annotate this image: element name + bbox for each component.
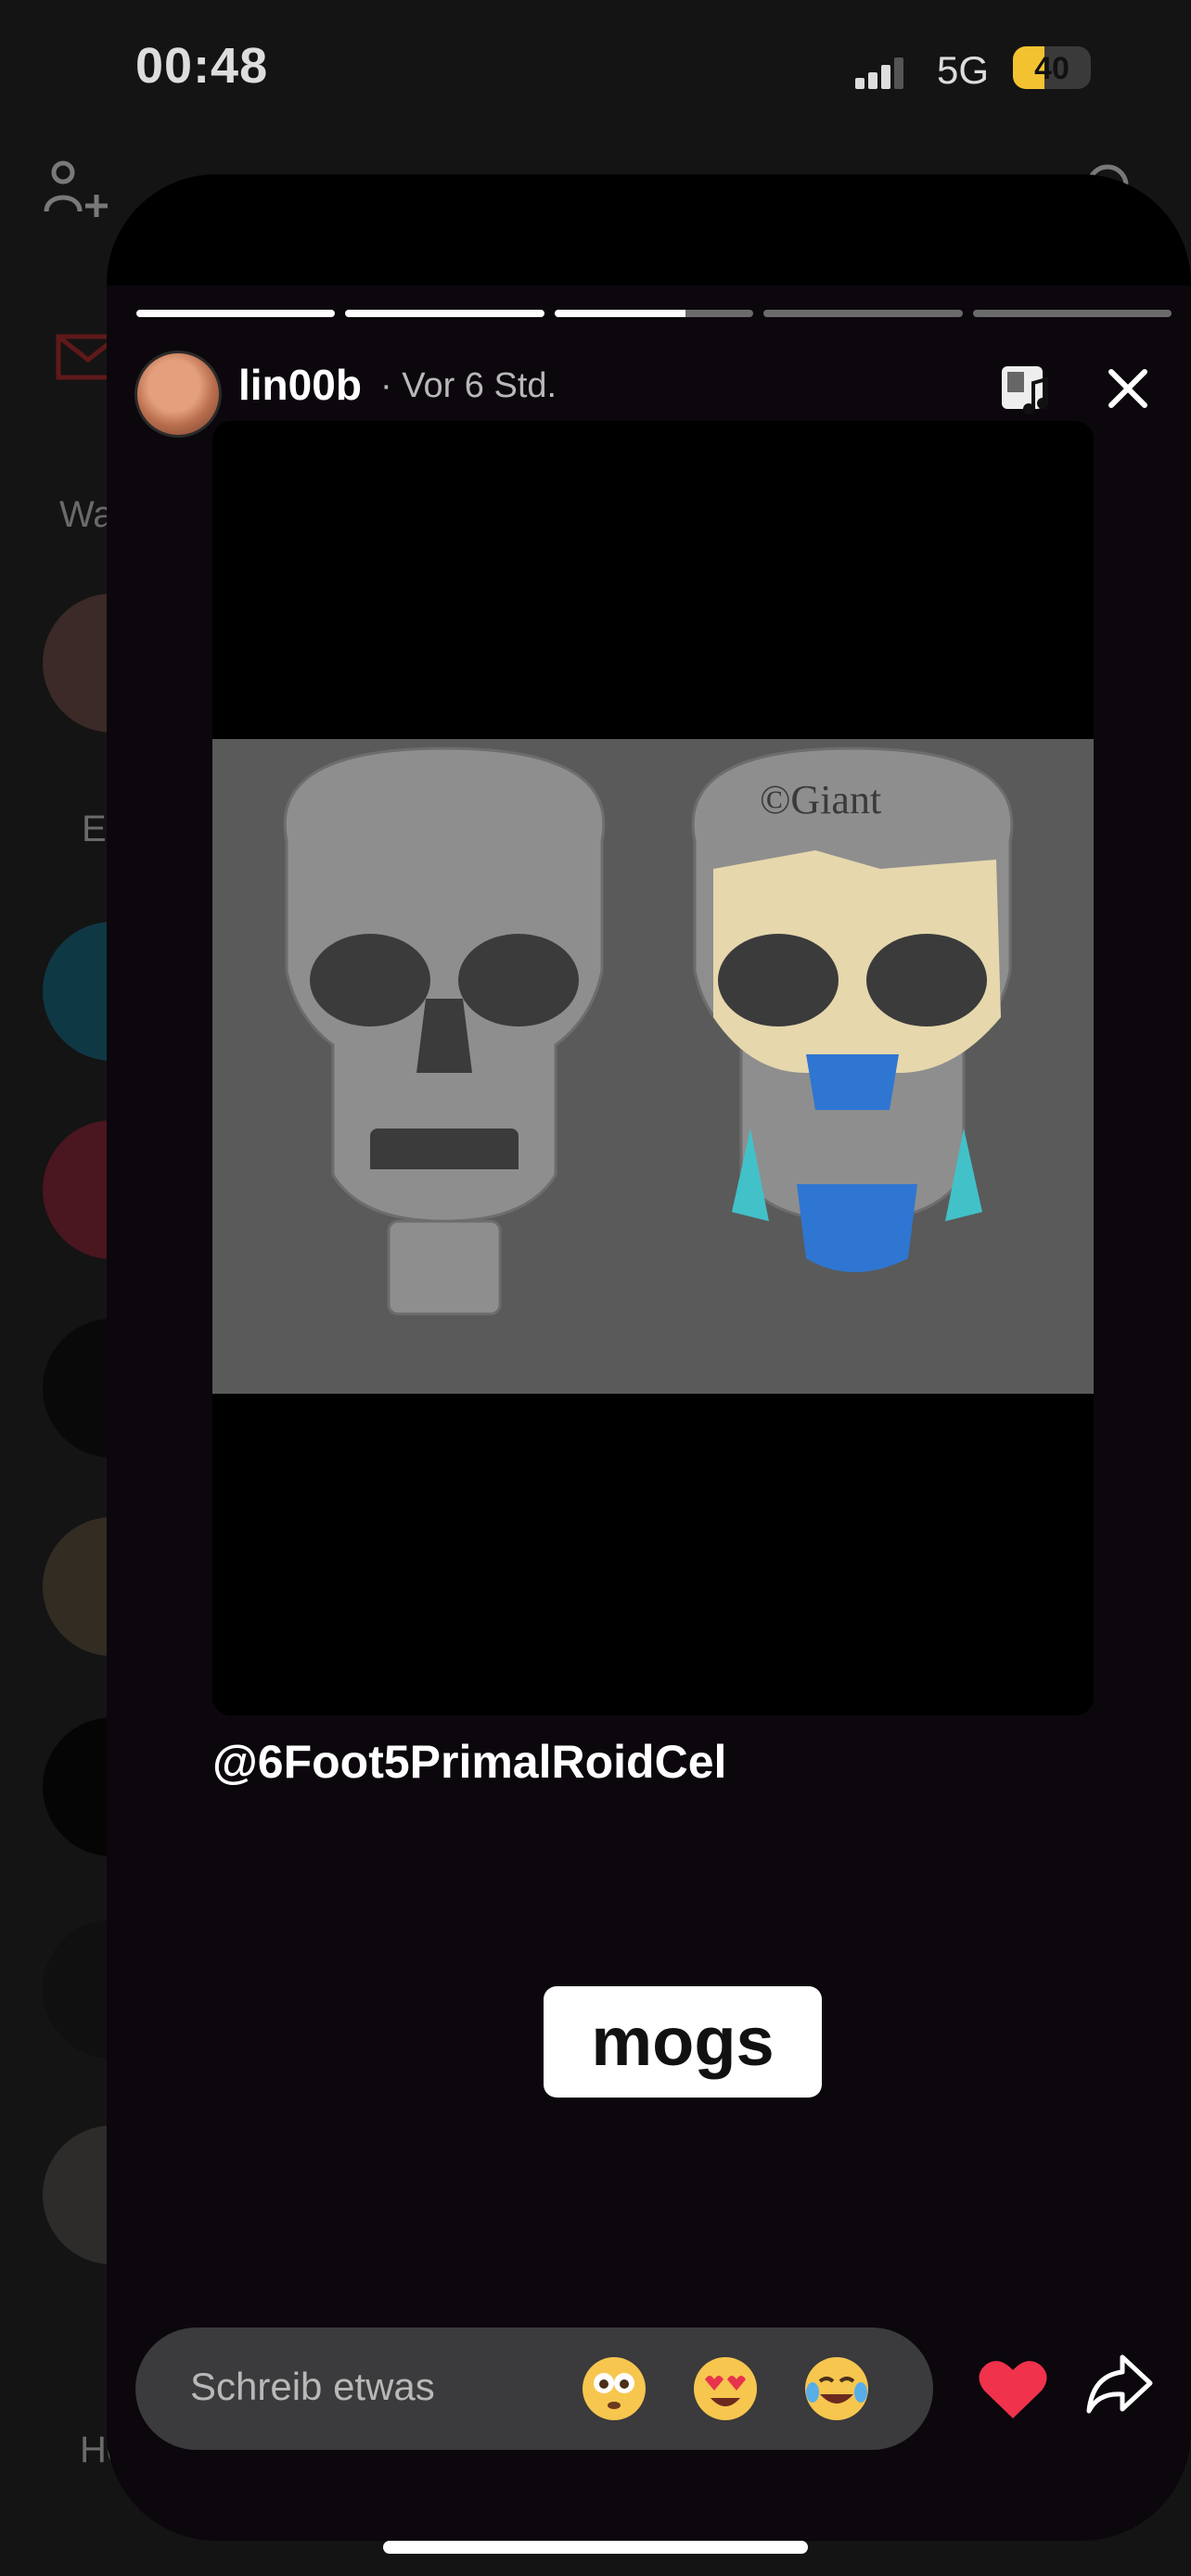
status-bar: 00:48 5G 40	[0, 0, 1191, 139]
avatar[interactable]	[134, 351, 222, 438]
behind-section-label: Wa	[59, 494, 114, 535]
skull-comparison-image: ©Giant	[212, 739, 1094, 1394]
add-user-icon[interactable]	[41, 158, 115, 223]
username[interactable]: lin00b	[238, 360, 362, 410]
battery-percent: 40	[1034, 51, 1069, 86]
story-progress	[136, 310, 1172, 319]
progress-segment	[554, 310, 754, 317]
signal-icon	[855, 56, 905, 89]
story-top-area	[107, 174, 1191, 286]
status-time: 00:48	[135, 38, 269, 94]
network-type: 5G	[937, 48, 990, 92]
progress-segment	[972, 310, 1172, 317]
story-media[interactable]: ©Giant	[212, 421, 1094, 1715]
mention-text[interactable]: @6Foot5PrimalRoidCel	[212, 1735, 726, 1789]
heart-eyes-emoji-icon[interactable]	[692, 2355, 759, 2422]
music-icon[interactable]	[1000, 364, 1054, 416]
story-timestamp: · Vor 6 Std.	[380, 366, 557, 405]
text-sticker: mogs	[544, 1986, 822, 2098]
share-icon[interactable]	[1085, 2352, 1154, 2417]
home-indicator[interactable]	[383, 2541, 808, 2554]
progress-segment	[136, 310, 336, 317]
flushed-emoji-icon[interactable]	[581, 2355, 647, 2422]
image-watermark: ©Giant	[760, 777, 881, 823]
progress-fill	[136, 310, 336, 317]
story-viewer[interactable]: lin00b · Vor 6 Std. ©Giant @6Foot5Primal…	[107, 174, 1191, 2541]
progress-fill	[554, 310, 686, 317]
progress-segment	[345, 310, 544, 317]
reply-placeholder: Schreib etwas	[190, 2365, 435, 2408]
close-icon[interactable]	[1104, 364, 1152, 413]
battery-icon: 40	[1013, 46, 1091, 89]
reply-input[interactable]: Schreib etwas	[135, 2327, 933, 2450]
progress-segment	[763, 310, 963, 317]
progress-fill	[345, 310, 544, 317]
tears-of-joy-emoji-icon[interactable]	[803, 2355, 870, 2422]
heart-icon[interactable]	[977, 2357, 1049, 2422]
